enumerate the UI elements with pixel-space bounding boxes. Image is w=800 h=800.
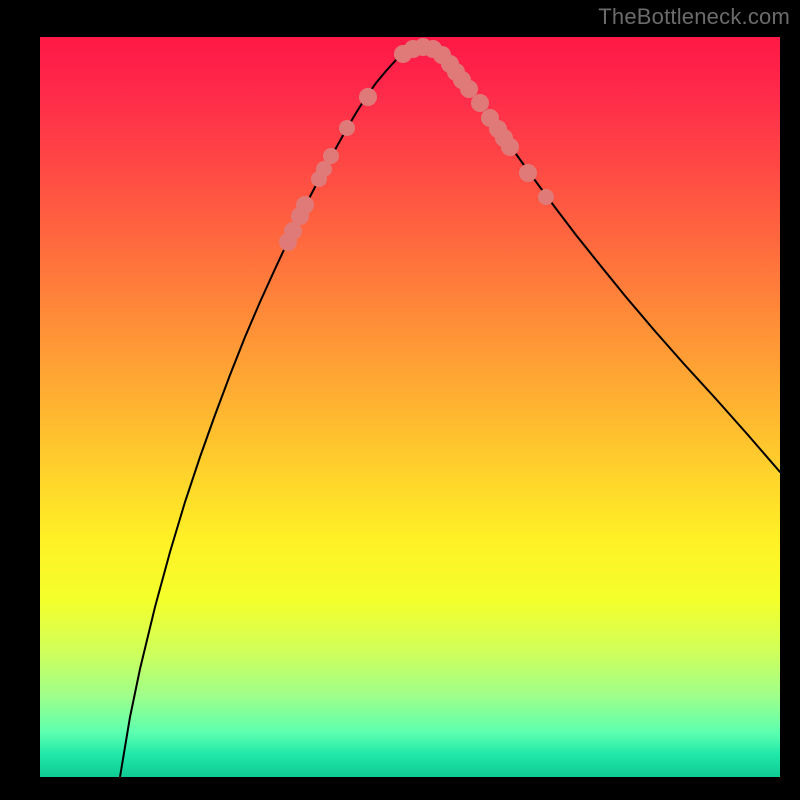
dot-left-7 xyxy=(339,120,355,136)
plot-area xyxy=(40,37,780,777)
dot-left-8 xyxy=(359,88,377,106)
dots-left-group xyxy=(279,88,377,251)
left-curve xyxy=(120,51,406,777)
curve-layer xyxy=(40,37,780,777)
dot-right-3 xyxy=(460,80,478,98)
dot-right-9 xyxy=(519,164,537,182)
chart-frame: TheBottleneck.com xyxy=(0,0,800,800)
watermark-text: TheBottleneck.com xyxy=(598,4,790,30)
dot-right-8 xyxy=(501,138,519,156)
dot-left-3 xyxy=(296,196,314,214)
dot-right-10 xyxy=(538,189,554,205)
dot-right-4 xyxy=(471,94,489,112)
dot-left-6 xyxy=(323,148,339,164)
